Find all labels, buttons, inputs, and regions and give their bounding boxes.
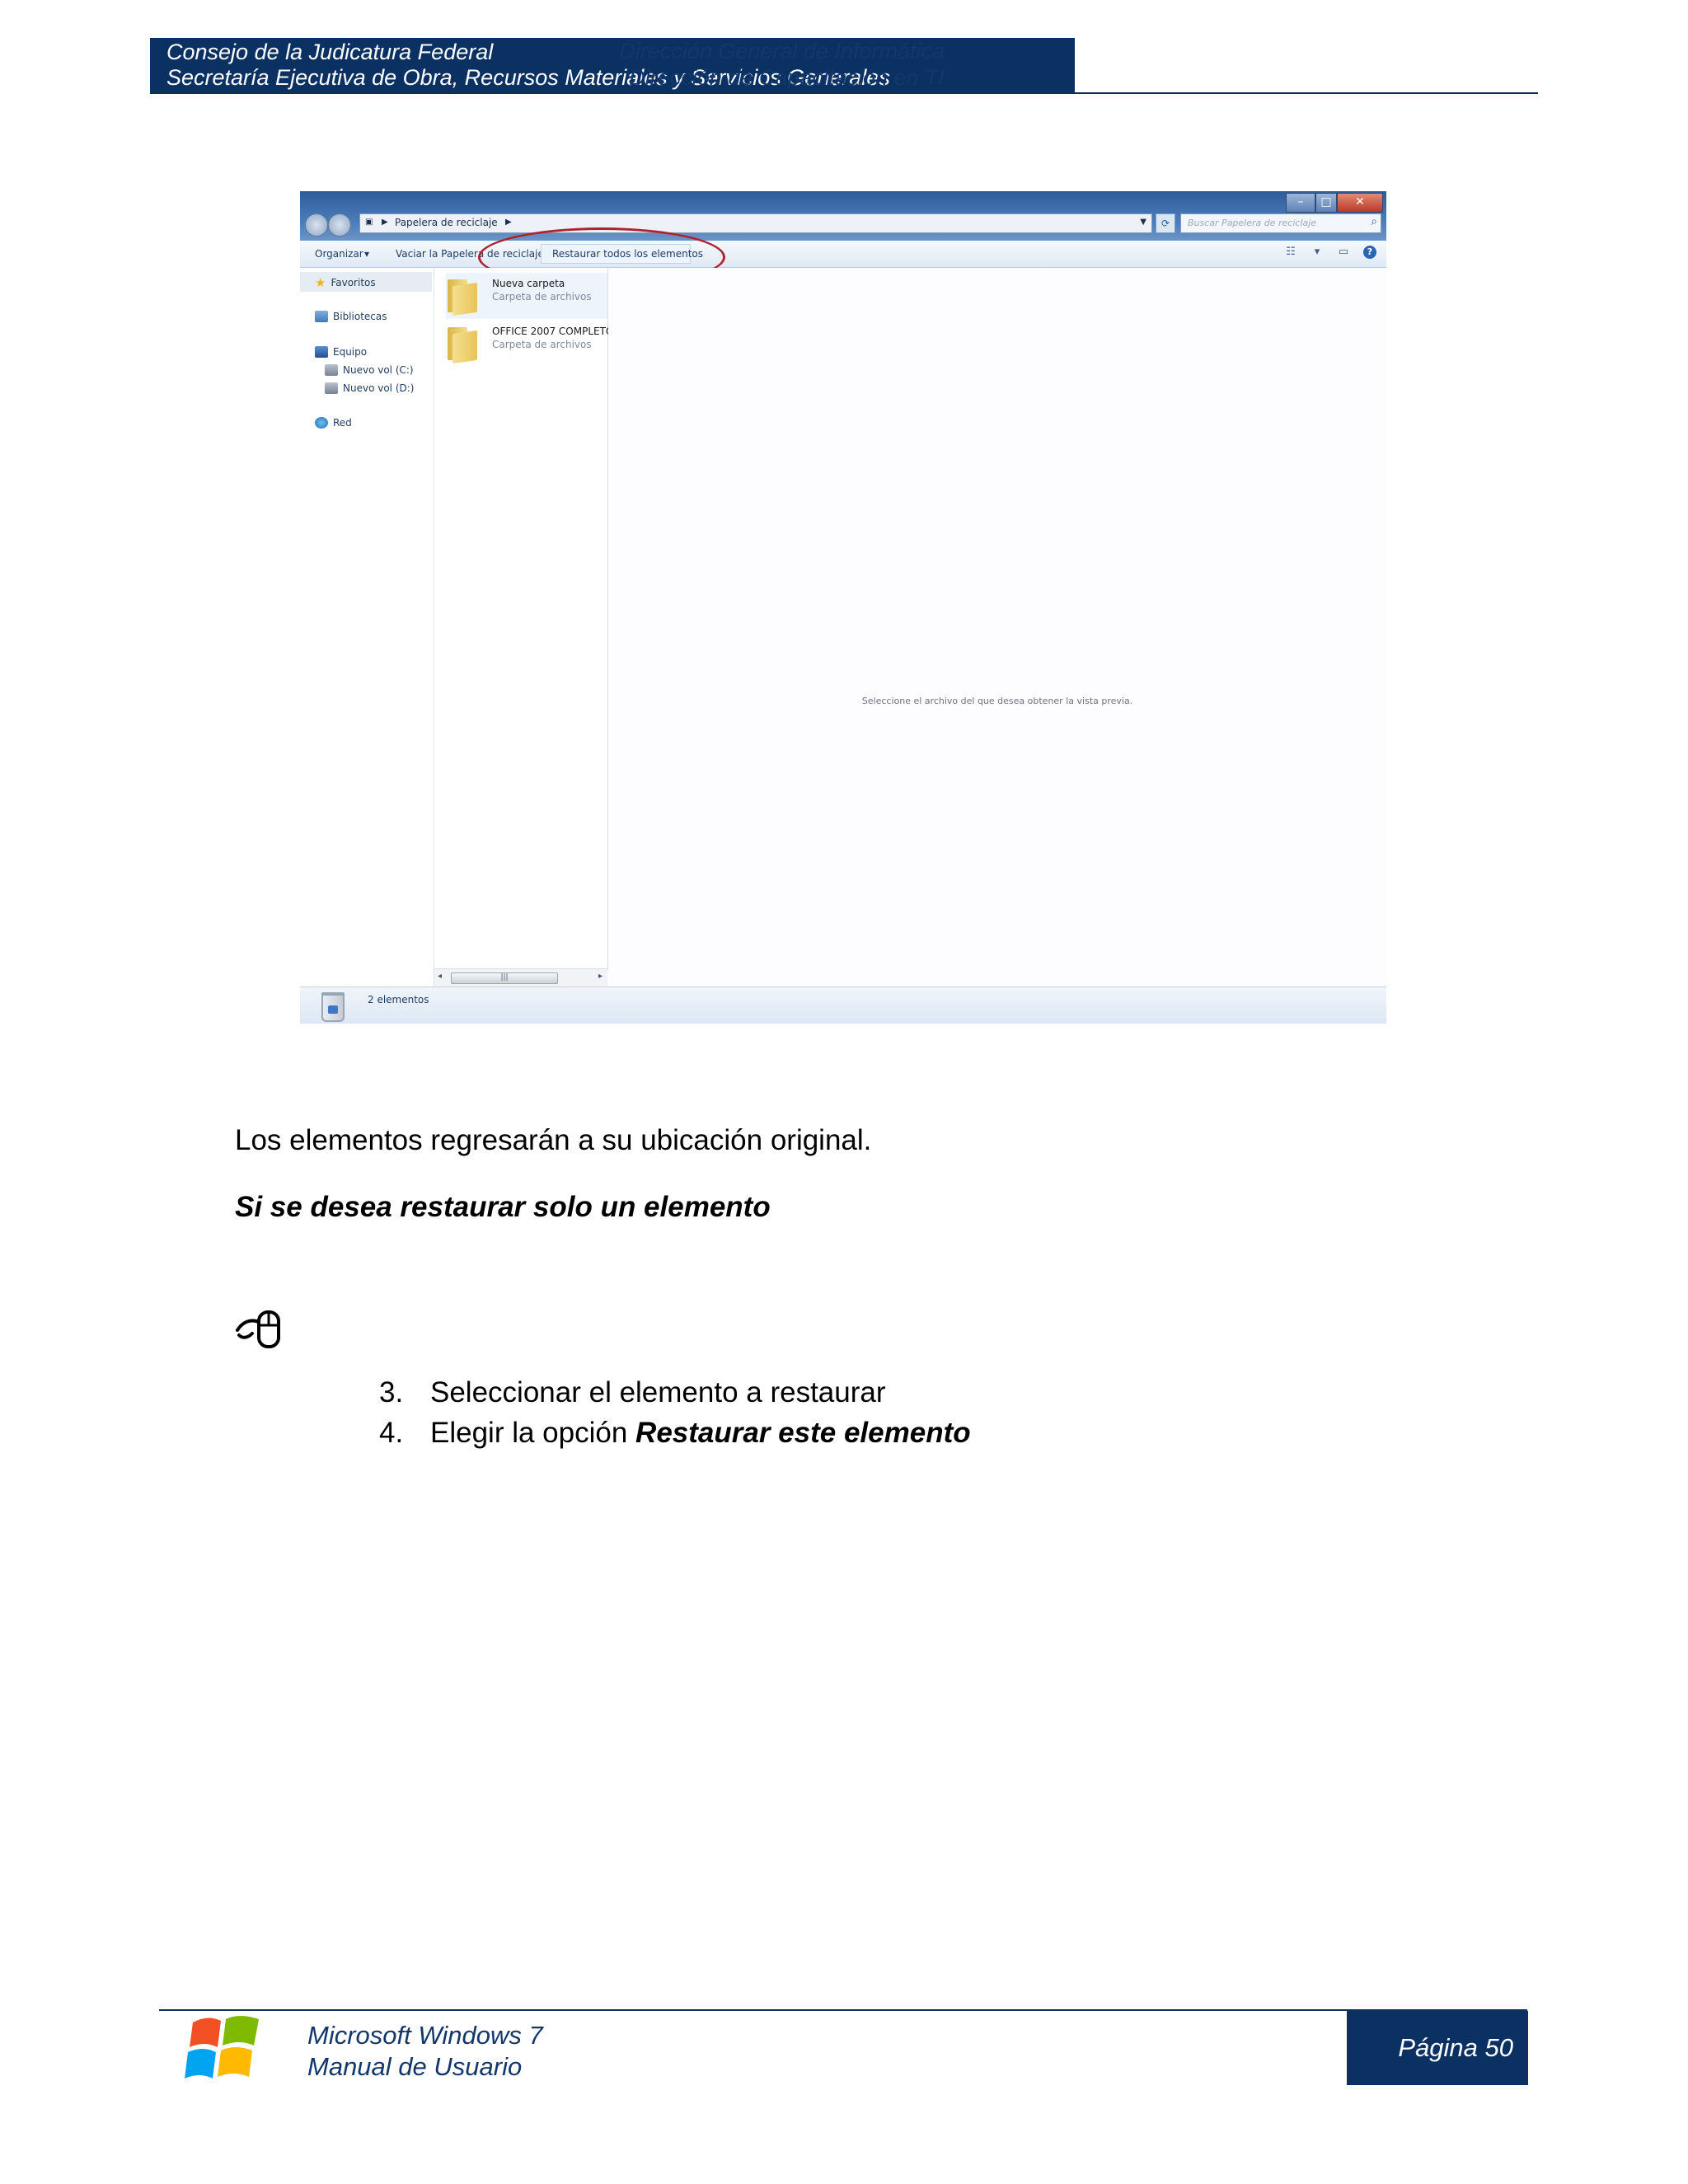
file-name: OFFICE 2007 COMPLETO — [492, 326, 614, 337]
address-bar[interactable]: ▣ ▶ Papelera de reciclaje ▶ ▼ — [359, 213, 1152, 233]
nav-item-libraries[interactable]: Bibliotecas — [315, 311, 387, 322]
paragraph: Los elementos regresarán a su ubicación … — [235, 1124, 872, 1156]
folder-icon — [446, 327, 479, 364]
nav-item-computer[interactable]: Equipo — [315, 346, 367, 358]
header-org-name: Consejo de la Judicatura Federal — [166, 40, 494, 64]
step-text: Elegir la opción Restaurar este elemento — [430, 1417, 971, 1449]
recycle-bin-icon — [321, 992, 345, 1022]
step-emphasis: Restaurar este elemento — [635, 1417, 971, 1449]
forward-arrow-icon[interactable] — [328, 213, 351, 237]
step-text: Seleccionar el elemento a restaurar — [430, 1376, 886, 1408]
nav-label-computer: Equipo — [333, 346, 368, 358]
computer-icon — [315, 346, 328, 358]
chevron-down-icon[interactable]: ▾ — [1311, 246, 1324, 259]
explorer-screenshot: – □ ✕ ▣ ▶ Papelera de reciclaje ▶ ▼ ⟳ Bu… — [300, 191, 1386, 1024]
window-titlebar: – □ ✕ ▣ ▶ Papelera de reciclaje ▶ ▼ ⟳ Bu… — [300, 191, 1386, 241]
maximize-icon[interactable]: □ — [1315, 193, 1337, 213]
preview-pane: Seleccione el archivo del que desea obte… — [608, 268, 1386, 987]
search-placeholder[interactable]: Buscar Papelera de reciclaje — [1188, 218, 1316, 228]
header-direction-general: Dirección General de Informática — [619, 39, 945, 63]
window-controls: – □ ✕ — [1286, 193, 1383, 213]
scroll-thumb[interactable]: ||| — [451, 972, 558, 984]
recycle-bin-small-icon: ▣ — [365, 218, 373, 227]
help-icon[interactable]: ? — [1363, 246, 1376, 259]
list-item[interactable]: OFFICE 2007 COMPLETO Carpeta de archivos — [446, 321, 613, 367]
nav-item-favorites[interactable]: ★ Favoritos — [315, 275, 376, 290]
drive-icon — [325, 382, 338, 394]
subheading: Si se desea restaurar solo un elemento — [235, 1191, 771, 1223]
page-number-box: Página 50 — [1347, 2011, 1528, 2085]
search-icon[interactable]: ⌕ — [1371, 215, 1377, 228]
close-icon[interactable]: ✕ — [1337, 193, 1383, 213]
folder-icon — [446, 279, 479, 316]
view-controls: ☷ ▾ ▭ ? — [1284, 246, 1376, 259]
page-number: Página 50 — [1398, 2033, 1513, 2062]
preview-pane-icon[interactable]: ▭ — [1337, 246, 1350, 259]
network-icon — [315, 417, 328, 429]
organize-button[interactable]: Organizar — [315, 248, 363, 260]
star-icon: ★ — [315, 275, 326, 290]
step-number: 3. — [379, 1376, 404, 1408]
item-count: 2 elementos — [368, 994, 429, 1005]
breadcrumb[interactable]: Papelera de reciclaje — [395, 217, 498, 228]
minimize-icon[interactable]: – — [1286, 193, 1315, 213]
file-type: Carpeta de archivos — [492, 291, 592, 302]
file-name: Nueva carpeta — [492, 278, 565, 289]
windows-logo-icon — [185, 2016, 259, 2079]
status-bar: 2 elementos — [300, 987, 1386, 1024]
navigation-pane: ★ Favoritos Bibliotecas Equipo Nuevo vol… — [300, 268, 434, 987]
nav-label-favorites: Favoritos — [331, 277, 376, 288]
nav-label-libraries: Bibliotecas — [333, 311, 387, 322]
list-item[interactable]: Nueva carpeta Carpeta de archivos — [446, 273, 607, 319]
mouse-icon — [236, 1310, 280, 1348]
header-rule — [150, 92, 1538, 94]
step-number: 4. — [379, 1417, 404, 1449]
chevron-right-icon: ▶ — [382, 218, 388, 227]
back-arrow-icon[interactable] — [305, 213, 328, 237]
chevron-down-icon[interactable]: ▼ — [1140, 218, 1146, 227]
preview-message: Seleccione el archivo del que desea obte… — [861, 696, 1133, 706]
command-bar: Organizar ▾ Vaciar la Papelera de recicl… — [300, 241, 1386, 268]
nav-label-network: Red — [333, 417, 352, 429]
nav-item-drive-d[interactable]: Nuevo vol (D:) — [325, 382, 414, 394]
footer-rule — [159, 2009, 1527, 2011]
file-type: Carpeta de archivos — [492, 339, 592, 350]
footer-manual: Manual de Usuario — [307, 2052, 523, 2081]
scroll-right-icon[interactable]: ▸ — [598, 972, 603, 981]
horizontal-scrollbar[interactable]: ◂ ||| ▸ — [434, 968, 607, 987]
view-options-icon[interactable]: ☷ — [1284, 246, 1297, 259]
footer-product: Microsoft Windows 7 — [307, 2021, 543, 2050]
libraries-icon — [315, 311, 328, 322]
nav-label-drive-d: Nuevo vol (D:) — [343, 382, 415, 394]
nav-item-network[interactable]: Red — [315, 417, 352, 429]
chevron-down-icon: ▾ — [364, 248, 370, 260]
chevron-right-icon: ▶ — [505, 218, 512, 227]
drive-icon — [325, 364, 338, 376]
header-direction-training: Dirección de Capacitación en TI — [629, 65, 945, 90]
nav-item-drive-c[interactable]: Nuevo vol (C:) — [325, 364, 414, 376]
scroll-left-icon[interactable]: ◂ — [438, 972, 442, 981]
file-list: Nueva carpeta Carpeta de archivos OFFICE… — [434, 268, 613, 970]
nav-label-drive-c: Nuevo vol (C:) — [343, 364, 414, 376]
refresh-icon[interactable]: ⟳ — [1156, 213, 1175, 233]
search-box[interactable]: Buscar Papelera de reciclaje ⌕ — [1180, 213, 1381, 233]
